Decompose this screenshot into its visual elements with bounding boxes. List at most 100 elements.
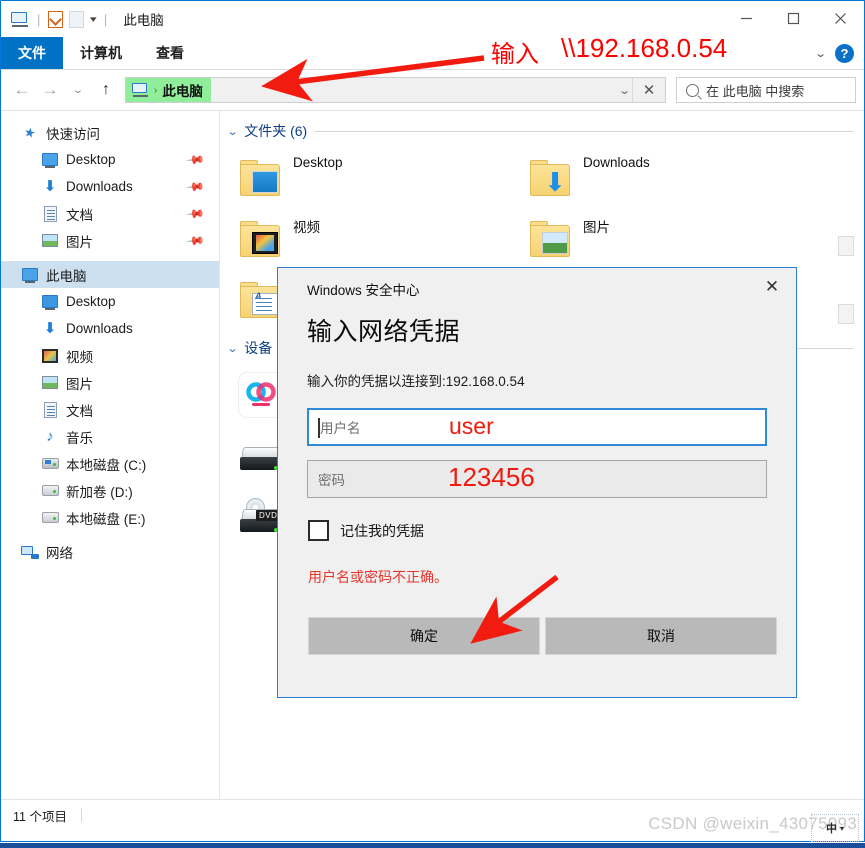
text-caret — [318, 418, 320, 438]
tab-computer[interactable]: 计算机 — [63, 37, 139, 69]
list-item[interactable]: ⬇ Downloads — [528, 147, 818, 208]
this-pc-icon — [21, 266, 39, 284]
list-item[interactable]: Desktop — [238, 147, 528, 208]
address-clear-button[interactable]: ✕ — [632, 78, 665, 102]
documents-icon — [41, 401, 59, 419]
chevron-down-icon[interactable]: ⌄ — [227, 342, 239, 355]
folder-label: Downloads — [583, 155, 650, 170]
sidebar-item-label: Desktop — [66, 152, 116, 167]
close-button[interactable] — [817, 1, 864, 35]
sidebar-item-label: 本地磁盘 (E:) — [66, 511, 146, 527]
sidebar-item-drive-e[interactable]: 本地磁盘 (E:) — [1, 504, 219, 531]
minimize-button[interactable] — [723, 1, 770, 35]
sidebar-item-desktop-qa[interactable]: Desktop 📌 — [1, 146, 219, 173]
tab-view[interactable]: 查看 — [139, 37, 201, 69]
ime-mode-label: 中 — [825, 823, 837, 835]
sidebar-item-documents-qa[interactable]: 文档 📌 — [1, 200, 219, 227]
list-item[interactable]: 视频 — [238, 208, 528, 269]
back-button[interactable]: ← — [9, 77, 35, 103]
sidebar-item-videos[interactable]: 视频 — [1, 342, 219, 369]
remember-credentials-row[interactable]: 记住我的凭据 — [308, 520, 796, 541]
sidebar-item-label: 本地磁盘 (C:) — [66, 457, 147, 473]
sidebar-item-this-pc[interactable]: 此电脑 — [1, 261, 219, 288]
sidebar-item-pictures-qa[interactable]: 图片 📌 — [1, 227, 219, 254]
up-button[interactable]: ↑ — [93, 77, 119, 103]
monitor-icon — [41, 293, 59, 311]
properties-icon[interactable] — [48, 10, 64, 28]
toolbar-divider: | — [37, 11, 41, 27]
sidebar-item-desktop[interactable]: Desktop — [1, 288, 219, 315]
dialog-subtitle: 输入你的凭据以连接到:192.168.0.54 — [307, 374, 525, 389]
devices-group-title: 设备 — [244, 340, 273, 356]
sidebar-item-downloads-qa[interactable]: ⬇ Downloads 📌 — [1, 173, 219, 200]
list-item[interactable]: 图片 — [528, 208, 818, 269]
new-folder-icon[interactable] — [69, 10, 85, 28]
address-input[interactable]: › 此电脑 ⌄ ✕ — [125, 77, 666, 103]
folder-pictures-icon — [528, 220, 573, 258]
sidebar-item-documents[interactable]: 文档 — [1, 396, 219, 423]
help-icon[interactable]: ? — [835, 43, 854, 63]
ime-indicator[interactable]: 中 ▾ — [811, 814, 859, 842]
sidebar-item-drive-d[interactable]: 新加卷 (D:) — [1, 477, 219, 504]
error-message: 用户名或密码不正确。 — [308, 569, 448, 585]
sidebar-item-label: 音乐 — [66, 430, 93, 446]
ok-button[interactable]: 确定 — [308, 617, 540, 655]
pin-icon[interactable]: 📌 — [185, 203, 205, 223]
pin-icon[interactable]: 📌 — [185, 149, 205, 169]
cancel-button[interactable]: 取消 — [545, 617, 777, 655]
customize-caret-icon[interactable]: ▾ — [90, 14, 97, 24]
system-drive-icon — [41, 455, 59, 473]
ime-caret-icon[interactable]: ▾ — [840, 824, 844, 833]
sidebar-item-label: 网络 — [46, 545, 73, 561]
pictures-icon — [41, 232, 59, 250]
sidebar-item-network[interactable]: 网络 — [1, 538, 219, 565]
sidebar-item-downloads[interactable]: ⬇ Downloads — [1, 315, 219, 342]
folder-downloads-icon: ⬇ — [528, 159, 573, 197]
sidebar-item-label: 视频 — [66, 349, 93, 365]
dialog-title-bar: Windows 安全中心 ✕ — [278, 268, 796, 310]
sidebar-item-label: 快速访问 — [46, 126, 100, 142]
tab-file[interactable]: 文件 — [1, 37, 63, 69]
folders-group-header[interactable]: ⌄ 文件夹 (6) — [220, 121, 864, 141]
drive-icon — [41, 509, 59, 527]
download-icon: ⬇ — [43, 320, 57, 337]
scroll-placeholder-1 — [838, 236, 854, 256]
sidebar-item-pictures[interactable]: 图片 — [1, 369, 219, 396]
this-pc-icon[interactable] — [11, 11, 29, 27]
breadcrumb-separator: › — [154, 84, 158, 96]
password-placeholder: 密码 — [318, 473, 345, 488]
username-field[interactable]: 用户名 user — [307, 408, 767, 446]
drive-icon — [41, 482, 59, 500]
pin-icon[interactable]: 📌 — [185, 176, 205, 196]
pictures-icon — [41, 374, 59, 392]
navigation-pane: ★ 快速访问 Desktop 📌 ⬇ Downloads 📌 文档 📌 图片 📌… — [1, 111, 220, 799]
address-bar-row: ← → ⌄ ↑ › 此电脑 ⌄ ✕ 在 此电脑 中搜索 — [1, 70, 864, 110]
search-box[interactable]: 在 此电脑 中搜索 — [676, 77, 856, 103]
recent-locations-icon[interactable]: ⌄ — [60, 77, 96, 103]
dialog-title: Windows 安全中心 — [307, 283, 420, 298]
breadcrumb-this-pc-icon — [132, 83, 149, 97]
dialog-close-icon[interactable]: ✕ — [754, 272, 790, 302]
maximize-button[interactable] — [770, 1, 817, 35]
breadcrumb-label: 此电脑 — [162, 84, 203, 99]
title-bar: | ▾ | 此电脑 — [1, 1, 864, 37]
download-icon: ⬇ — [43, 178, 57, 195]
username-placeholder: 用户名 — [320, 421, 361, 436]
window-title: 此电脑 — [123, 13, 164, 28]
chevron-down-icon[interactable]: ⌄ — [814, 47, 827, 60]
sidebar-item-label: Desktop — [66, 294, 116, 309]
sidebar-item-quick-access[interactable]: ★ 快速访问 — [1, 119, 219, 146]
chevron-down-icon[interactable]: ⌄ — [227, 125, 239, 138]
remember-checkbox[interactable] — [308, 520, 329, 541]
group-divider — [314, 130, 854, 132]
sidebar-item-drive-c[interactable]: 本地磁盘 (C:) — [1, 450, 219, 477]
breadcrumb[interactable]: › 此电脑 — [126, 78, 211, 102]
item-count-label: 11 个项目 — [13, 809, 67, 824]
folder-label: 视频 — [293, 220, 320, 235]
sidebar-item-music[interactable]: ♪ 音乐 — [1, 423, 219, 450]
star-icon: ★ — [22, 123, 38, 141]
address-dropdown-icon[interactable]: ⌄ — [618, 84, 631, 97]
folder-label: Desktop — [293, 155, 343, 170]
password-field[interactable]: 密码 123456 — [307, 460, 767, 498]
pin-icon[interactable]: 📌 — [185, 230, 205, 250]
